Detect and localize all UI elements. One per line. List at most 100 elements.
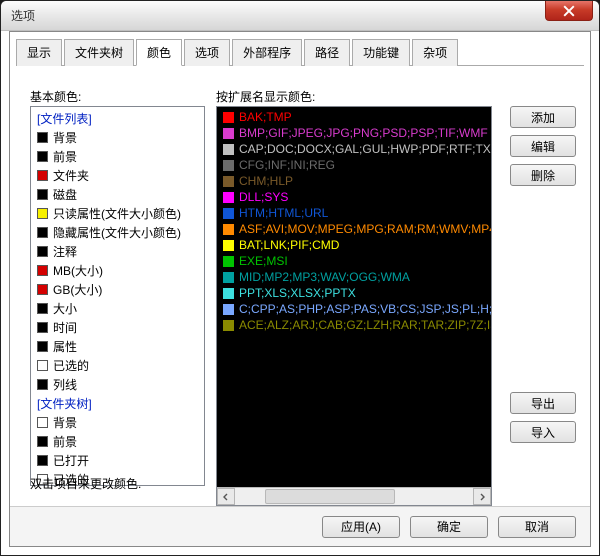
- ext-color-item[interactable]: BMP;GIF;JPEG;JPG;PNG;PSD;PSP;TIF;WMF: [217, 125, 491, 141]
- base-color-item-label: 前景: [53, 148, 77, 165]
- base-color-item-label: 列线: [53, 376, 77, 393]
- ok-button[interactable]: 确定: [410, 516, 488, 538]
- ext-color-item[interactable]: EXE;MSI: [217, 253, 491, 269]
- base-color-item-label: 已打开: [53, 452, 89, 469]
- base-color-item[interactable]: 列线: [31, 375, 204, 394]
- ext-color-item-label: DLL;SYS: [239, 190, 288, 204]
- tab-6[interactable]: 功能键: [352, 39, 410, 66]
- color-swatch: [223, 208, 234, 219]
- base-color-item[interactable]: 大小: [31, 299, 204, 318]
- base-color-item-label: 背景: [53, 414, 77, 431]
- color-swatch: [223, 320, 234, 331]
- ext-color-item[interactable]: BAK;TMP: [217, 109, 491, 125]
- chevron-right-icon: [478, 493, 486, 501]
- color-swatch: [223, 160, 234, 171]
- edit-button[interactable]: 编辑: [510, 135, 576, 157]
- color-swatch: [37, 303, 48, 314]
- scroll-track[interactable]: [235, 488, 473, 505]
- base-color-item[interactable]: 磁盘: [31, 185, 204, 204]
- color-swatch: [223, 304, 234, 315]
- tab-7[interactable]: 杂项: [412, 39, 458, 66]
- ext-color-item-label: CAP;DOC;DOCX;GAL;GUL;HWP;PDF;RTF;TXT: [239, 142, 491, 156]
- base-color-item[interactable]: 前景: [31, 432, 204, 451]
- import-button[interactable]: 导入: [510, 421, 576, 443]
- add-button[interactable]: 添加: [510, 106, 576, 128]
- ext-color-item[interactable]: DLL;SYS: [217, 189, 491, 205]
- tab-3[interactable]: 选项: [184, 39, 230, 66]
- base-color-item[interactable]: 已选的: [31, 356, 204, 375]
- ext-color-item[interactable]: CAP;DOC;DOCX;GAL;GUL;HWP;PDF;RTF;TXT: [217, 141, 491, 157]
- ext-color-item-label: BAT;LNK;PIF;CMD: [239, 238, 339, 252]
- color-swatch: [37, 455, 48, 466]
- base-color-item[interactable]: 背景: [31, 413, 204, 432]
- ext-color-item[interactable]: ACE;ALZ;ARJ;CAB;GZ;LZH;RAR;TAR;ZIP;7Z;IS…: [217, 317, 491, 333]
- color-swatch: [37, 151, 48, 162]
- color-swatch: [37, 208, 48, 219]
- base-color-item-label: 文件夹: [53, 167, 89, 184]
- color-swatch: [37, 417, 48, 428]
- base-color-item-label: 背景: [53, 129, 77, 146]
- base-color-item[interactable]: GB(大小): [31, 280, 204, 299]
- base-color-item[interactable]: 只读属性(文件大小颜色): [31, 204, 204, 223]
- ext-color-list[interactable]: BAK;TMPBMP;GIF;JPEG;JPG;PNG;PSD;PSP;TIF;…: [216, 106, 492, 506]
- base-color-item[interactable]: 注释: [31, 242, 204, 261]
- delete-button[interactable]: 删除: [510, 164, 576, 186]
- tab-5[interactable]: 路径: [304, 39, 350, 66]
- export-button[interactable]: 导出: [510, 392, 576, 414]
- base-color-item[interactable]: 背景: [31, 128, 204, 147]
- base-color-item-label: 属性: [53, 338, 77, 355]
- color-swatch: [223, 112, 234, 123]
- base-color-item[interactable]: 前景: [31, 147, 204, 166]
- color-swatch: [37, 322, 48, 333]
- base-color-item[interactable]: MB(大小): [31, 261, 204, 280]
- base-color-item-label: 隐藏属性(文件大小颜色): [53, 224, 181, 241]
- ext-color-item[interactable]: MID;MP2;MP3;WAV;OGG;WMA: [217, 269, 491, 285]
- color-swatch: [37, 360, 48, 371]
- ext-color-item[interactable]: CHM;HLP: [217, 173, 491, 189]
- close-button[interactable]: [545, 1, 593, 21]
- side-buttons-bottom: 导出 导入: [510, 392, 576, 443]
- color-swatch: [223, 128, 234, 139]
- cancel-button[interactable]: 取消: [498, 516, 576, 538]
- scroll-left-button[interactable]: [217, 488, 235, 505]
- options-dialog: 选项 显示文件夹树颜色选项外部程序路径功能键杂项 基本颜色: 按扩展名显示颜色:…: [0, 0, 600, 556]
- ext-color-item[interactable]: PPT;XLS;XLSX;PPTX: [217, 285, 491, 301]
- ext-color-item[interactable]: ASF;AVI;MOV;MPEG;MPG;RAM;RM;WMV;MP4;MKV: [217, 221, 491, 237]
- base-color-item-label: GB(大小): [53, 281, 102, 298]
- horizontal-scrollbar[interactable]: [217, 487, 491, 505]
- base-color-item[interactable]: 隐藏属性(文件大小颜色): [31, 223, 204, 242]
- ext-color-item-label: MID;MP2;MP3;WAV;OGG;WMA: [239, 270, 410, 284]
- base-color-item[interactable]: 时间: [31, 318, 204, 337]
- base-color-list[interactable]: [文件列表]背景前景文件夹磁盘只读属性(文件大小颜色)隐藏属性(文件大小颜色)注…: [30, 106, 205, 486]
- color-swatch: [37, 436, 48, 447]
- tab-1[interactable]: 文件夹树: [64, 39, 134, 66]
- color-swatch: [37, 227, 48, 238]
- color-swatch: [37, 132, 48, 143]
- tab-2[interactable]: 颜色: [136, 39, 182, 66]
- ext-color-item-label: CHM;HLP: [239, 174, 293, 188]
- ext-color-item[interactable]: C;CPP;AS;PHP;ASP;PAS;VB;CS;JSP;JS;PL;H;H…: [217, 301, 491, 317]
- color-swatch: [223, 256, 234, 267]
- close-icon: [563, 5, 575, 17]
- color-swatch: [223, 224, 234, 235]
- ext-color-item[interactable]: BAT;LNK;PIF;CMD: [217, 237, 491, 253]
- ext-color-item[interactable]: HTM;HTML;URL: [217, 205, 491, 221]
- base-color-item-label: 磁盘: [53, 186, 77, 203]
- ext-color-item-label: EXE;MSI: [239, 254, 288, 268]
- apply-button[interactable]: 应用(A): [322, 516, 400, 538]
- titlebar: 选项: [1, 1, 599, 31]
- base-color-item-label: 前景: [53, 433, 77, 450]
- ext-color-item[interactable]: CFG;INF;INI;REG: [217, 157, 491, 173]
- ext-color-item-label: BMP;GIF;JPEG;JPG;PNG;PSD;PSP;TIF;WMF: [239, 126, 488, 140]
- tab-4[interactable]: 外部程序: [232, 39, 302, 66]
- scroll-thumb[interactable]: [265, 489, 395, 504]
- scroll-right-button[interactable]: [473, 488, 491, 505]
- base-color-item[interactable]: 已打开: [31, 451, 204, 470]
- color-swatch: [223, 144, 234, 155]
- bottom-button-bar: 应用(A) 确定 取消: [10, 506, 590, 546]
- base-color-item[interactable]: 属性: [31, 337, 204, 356]
- base-color-item[interactable]: 文件夹: [31, 166, 204, 185]
- tab-0[interactable]: 显示: [16, 39, 62, 66]
- color-swatch: [37, 265, 48, 276]
- client-area: 显示文件夹树颜色选项外部程序路径功能键杂项 基本颜色: 按扩展名显示颜色: [文…: [9, 31, 591, 547]
